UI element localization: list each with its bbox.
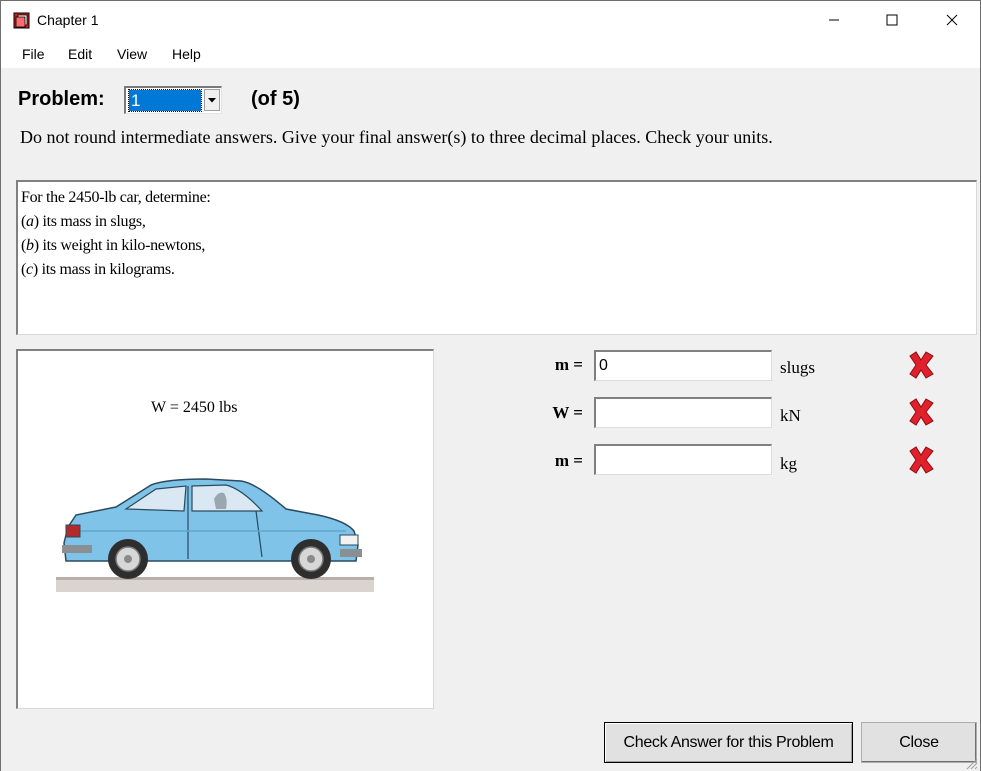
mass-slugs-label: m = <box>554 355 583 374</box>
mass-slugs-unit: slugs <box>780 358 815 377</box>
problem-select-value[interactable]: 1 <box>128 89 202 112</box>
resize-grip-icon[interactable] <box>964 756 978 770</box>
menu-file[interactable]: File <box>22 46 45 62</box>
figure-weight-label: W = 2450 lbs <box>151 399 238 416</box>
close-button[interactable]: Close <box>861 722 977 763</box>
close-icon <box>946 14 958 26</box>
weight-kn-label: W = <box>552 403 583 422</box>
question-intro: For the 2450-lb car, determine: <box>21 189 211 206</box>
book-icon <box>13 12 30 29</box>
weight-kn-unit: kN <box>780 406 801 425</box>
close-window-button[interactable] <box>923 1 981 39</box>
menu-edit[interactable]: Edit <box>68 46 92 62</box>
figure-panel: W = 2450 lbs <box>16 349 434 709</box>
incorrect-x-icon <box>909 398 934 426</box>
question-part-a: (a) its mass in slugs, <box>21 213 146 230</box>
incorrect-x-icon <box>909 446 934 474</box>
mass-kg-input[interactable] <box>594 444 772 475</box>
mass-slugs-input[interactable] <box>594 350 772 381</box>
minimize-icon <box>829 19 839 21</box>
dropdown-arrow-button[interactable] <box>204 89 220 111</box>
menu-view[interactable]: View <box>117 46 147 62</box>
window-title: Chapter 1 <box>37 12 99 28</box>
incorrect-x-icon <box>909 351 934 379</box>
problem-label: Problem: <box>18 88 105 110</box>
check-answer-button[interactable]: Check Answer for this Problem <box>604 722 853 763</box>
maximize-icon <box>886 14 898 26</box>
car-illustration <box>56 478 374 592</box>
menu-help[interactable]: Help <box>172 46 201 62</box>
problem-count: (of 5) <box>251 88 300 110</box>
chevron-down-icon <box>208 97 216 102</box>
question-text-box: For the 2450-lb car, determine: (a) its … <box>16 180 977 335</box>
question-part-c: (c) its mass in kilograms. <box>21 261 175 278</box>
mass-kg-label: m = <box>554 451 583 470</box>
weight-kn-input[interactable] <box>594 397 772 428</box>
minimize-button[interactable] <box>805 1 863 39</box>
mass-kg-unit: kg <box>780 454 797 473</box>
instructions-text: Do not round intermediate answers. Give … <box>20 127 773 147</box>
problem-select[interactable]: 1 <box>124 86 222 114</box>
maximize-button[interactable] <box>863 1 921 39</box>
menu-bar: File Edit View Help <box>0 38 981 68</box>
title-bar: Chapter 1 <box>0 0 981 38</box>
question-part-b: (b) its weight in kilo-newtons, <box>21 237 206 254</box>
